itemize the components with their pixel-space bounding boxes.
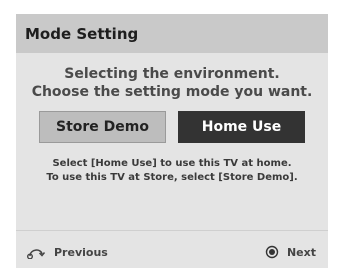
prompt-line-1: Selecting the environment. (64, 66, 280, 82)
dialog-footer: Previous Next (16, 242, 328, 262)
prompt-line-2: Choose the setting mode you want. (31, 84, 313, 100)
previous-button[interactable]: Previous (26, 245, 108, 259)
home-use-button[interactable]: Home Use (178, 111, 305, 143)
mode-setting-dialog: Mode Setting Selecting the environment. … (16, 14, 328, 268)
ok-button-icon (265, 245, 279, 259)
next-label: Next (286, 245, 316, 259)
dialog-title: Mode Setting (16, 14, 328, 53)
store-demo-button[interactable]: Store Demo (39, 111, 166, 143)
hint-line-1: Select [Home Use] to use this TV at home… (52, 158, 292, 169)
hint-line-2: To use this TV at Store, select [Store D… (46, 172, 298, 183)
prompt-text: Selecting the environment. Choose the se… (16, 65, 328, 101)
return-arrow-icon (26, 245, 46, 259)
previous-label: Previous (54, 245, 108, 259)
next-button[interactable]: Next (265, 245, 316, 259)
dialog-body: Selecting the environment. Choose the se… (16, 53, 328, 185)
footer-divider (16, 230, 328, 231)
hint-text: Select [Home Use] to use this TV at home… (16, 157, 328, 185)
mode-buttons: Store Demo Home Use (16, 111, 328, 143)
